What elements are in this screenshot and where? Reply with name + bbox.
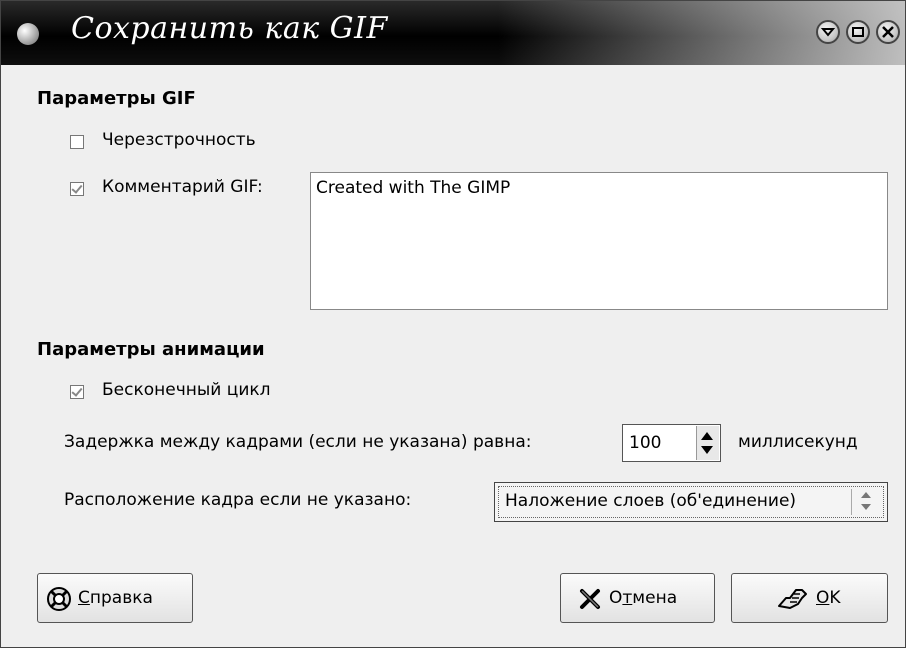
delay-spinbutton[interactable]: 100 xyxy=(622,424,721,462)
ok-button-label: OK xyxy=(816,588,841,608)
gif-comment-textarea[interactable]: Created with The GIMP xyxy=(310,172,888,310)
comment-label[interactable]: Комментарий GIF: xyxy=(102,177,263,197)
window-menu-icon[interactable] xyxy=(17,23,39,45)
help-button[interactable]: Справка xyxy=(37,573,193,623)
loop-checkbox[interactable] xyxy=(70,385,84,399)
delay-label: Задержка между кадрами (если не указана)… xyxy=(64,432,532,452)
delay-value[interactable]: 100 xyxy=(629,433,661,453)
ok-hand-icon xyxy=(778,589,807,609)
lifebuoy-icon xyxy=(47,587,71,611)
close-icon[interactable] xyxy=(876,20,900,44)
increment-arrow-icon[interactable] xyxy=(701,432,713,440)
save-gif-dialog: Сохранить как GIF Параметры GIF Черезстр… xyxy=(0,0,906,648)
interlace-checkbox[interactable] xyxy=(70,135,84,149)
disposal-label: Расположение кадра если не указано: xyxy=(64,490,412,510)
minimize-icon[interactable] xyxy=(816,20,840,44)
cross-icon xyxy=(580,589,600,609)
disposal-selected-value: Наложение слоев (об'единение) xyxy=(505,491,797,511)
gif-params-title: Параметры GIF xyxy=(37,88,196,109)
loop-label[interactable]: Бесконечный цикл xyxy=(102,380,271,400)
ok-button[interactable]: OK xyxy=(731,573,888,623)
delay-unit-label: миллисекунд xyxy=(738,432,858,452)
cancel-button[interactable]: Отмена xyxy=(560,573,715,623)
disposal-combobox[interactable]: Наложение слоев (об'единение) xyxy=(494,482,888,522)
maximize-icon[interactable] xyxy=(846,20,870,44)
comment-checkbox[interactable] xyxy=(70,182,84,196)
anim-params-title: Параметры анимации xyxy=(37,339,265,360)
updown-arrows-icon xyxy=(860,490,872,514)
delay-stepper[interactable] xyxy=(696,426,719,460)
help-button-label: Справка xyxy=(78,588,153,608)
decrement-arrow-icon[interactable] xyxy=(701,446,713,454)
interlace-label[interactable]: Черезстрочность xyxy=(102,130,256,150)
title-bar[interactable]: Сохранить как GIF xyxy=(1,1,905,65)
window-title: Сохранить как GIF xyxy=(71,11,388,46)
cancel-button-label: Отмена xyxy=(609,588,678,608)
